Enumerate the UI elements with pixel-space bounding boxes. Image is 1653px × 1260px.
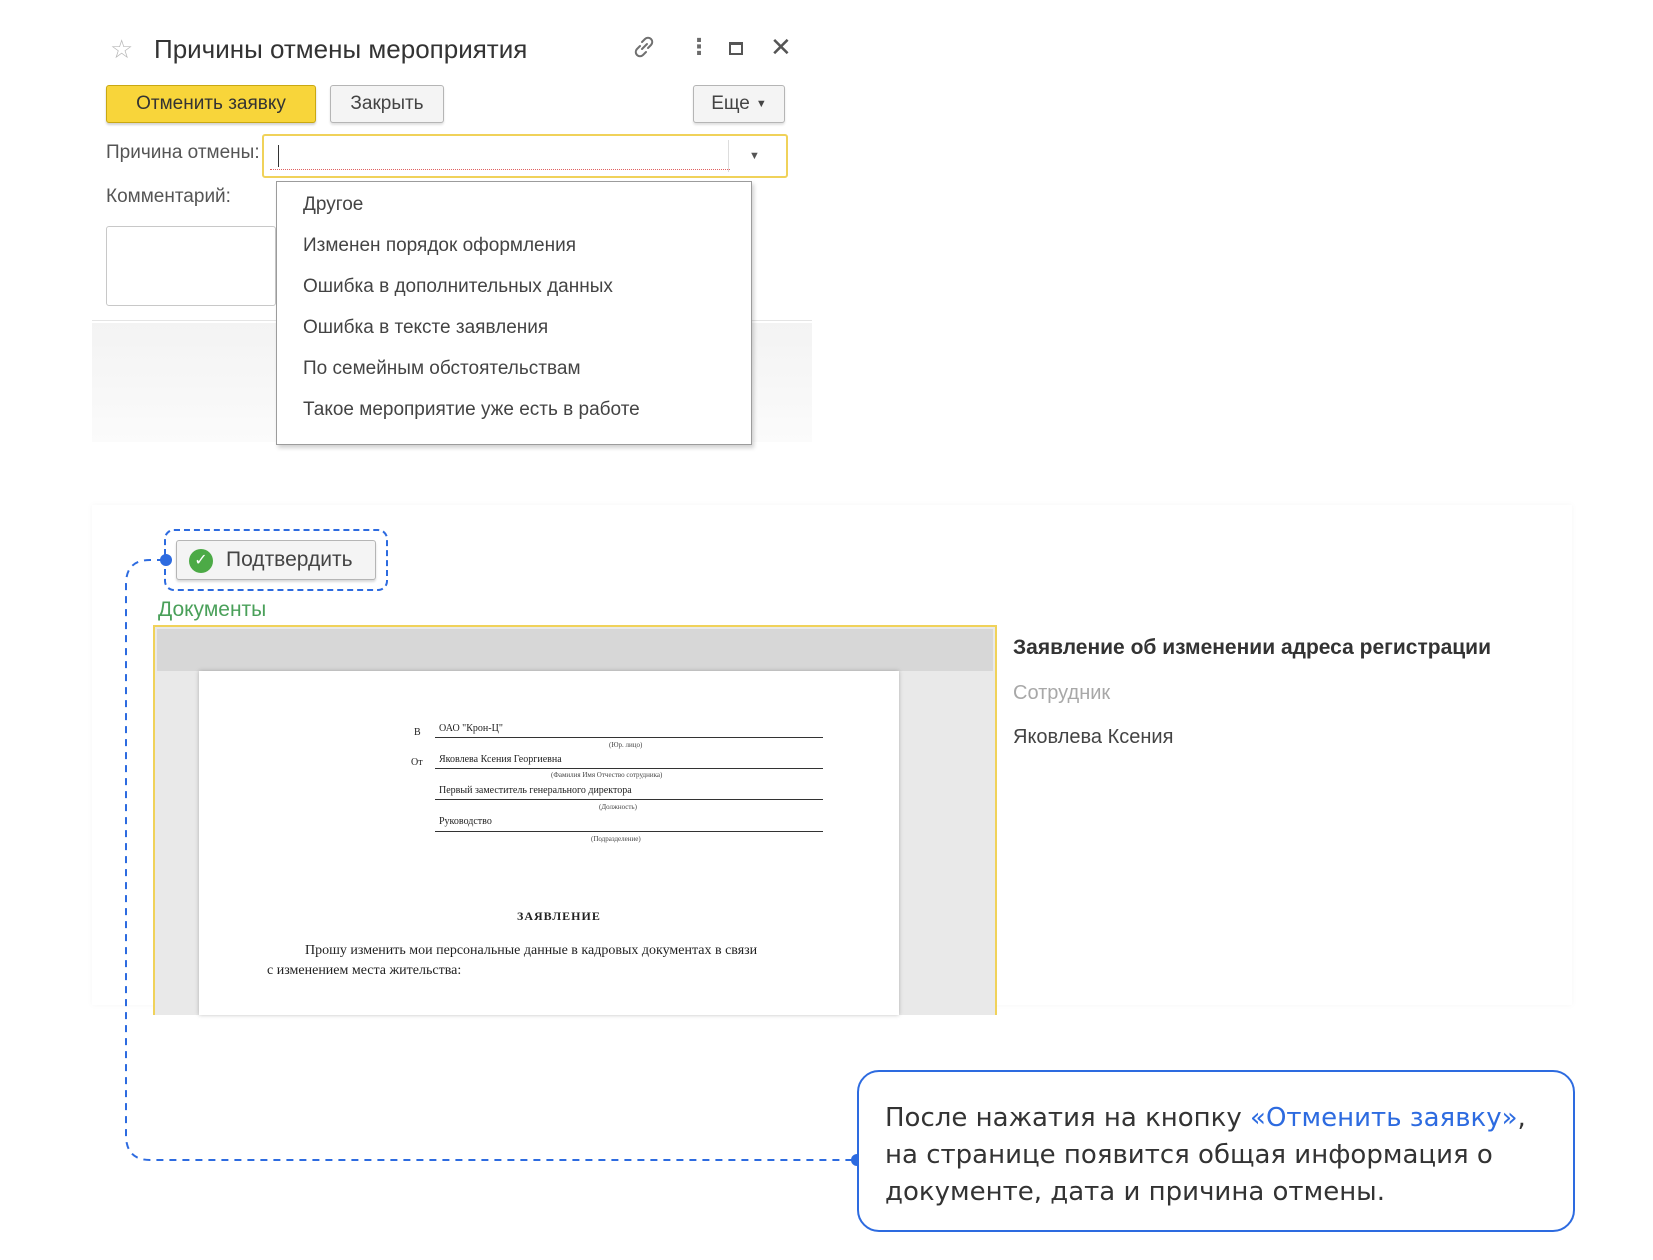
text-cursor bbox=[278, 145, 279, 167]
doc-from-value: Яковлева Ксения Георгиевна bbox=[439, 754, 562, 765]
comment-textarea[interactable] bbox=[106, 226, 276, 306]
close-button[interactable]: Закрыть bbox=[330, 85, 444, 123]
dialog-header: ☆ Причины отмены мероприятия ⋮ ✕ bbox=[92, 30, 812, 70]
doc-position-value: Первый заместитель генерального директор… bbox=[439, 785, 632, 796]
dropdown-arrow-icon[interactable]: ▼ bbox=[728, 140, 780, 172]
doc-to-prefix: В bbox=[414, 727, 421, 738]
doc-line bbox=[435, 768, 823, 769]
dropdown-option[interactable]: Ошибка в дополнительных данных bbox=[303, 276, 613, 298]
employee-label: Сотрудник bbox=[1013, 682, 1111, 704]
document-preview-frame[interactable]: В ОАО "Крон-Ц" (Юр. лицо) От Яковлева Кс… bbox=[153, 625, 997, 1015]
kebab-menu-icon[interactable]: ⋮ bbox=[688, 34, 710, 60]
doc-body-line-2: с изменением места жительства: bbox=[267, 963, 462, 978]
cancel-request-button[interactable]: Отменить заявку bbox=[106, 85, 316, 123]
dropdown-option[interactable]: Такое мероприятие уже есть в работе bbox=[303, 399, 640, 421]
doc-line bbox=[435, 737, 823, 738]
doc-position-caption: (Должность) bbox=[599, 803, 637, 811]
comment-label: Комментарий: bbox=[106, 186, 231, 207]
employee-name: Яковлева Ксения bbox=[1013, 726, 1174, 748]
dropdown-option[interactable]: По семейным обстоятельствам bbox=[303, 358, 581, 380]
reason-combobox[interactable]: ▼ bbox=[262, 134, 788, 178]
doc-department-caption: (Подразделение) bbox=[591, 835, 641, 843]
dropdown-option[interactable]: Ошибка в тексте заявления bbox=[303, 317, 548, 339]
confirm-button-label: Подтвердить bbox=[226, 548, 353, 571]
doc-heading: ЗАЯВЛЕНИЕ bbox=[517, 909, 601, 923]
more-button-label: Еще bbox=[711, 93, 750, 115]
dropdown-option[interactable]: Другое bbox=[303, 194, 363, 216]
document-title: Заявление об изменении адреса регистраци… bbox=[1013, 636, 1491, 659]
doc-from-caption: (Фамилия Имя Отчество сотрудника) bbox=[551, 771, 663, 779]
link-icon[interactable] bbox=[632, 34, 656, 69]
doc-line bbox=[435, 831, 823, 832]
dropdown-option[interactable]: Изменен порядок оформления bbox=[303, 235, 576, 257]
maximize-icon[interactable] bbox=[729, 42, 743, 55]
doc-to-value: ОАО "Крон-Ц" bbox=[439, 723, 503, 734]
star-icon[interactable]: ☆ bbox=[110, 36, 133, 62]
check-circle-icon: ✓ bbox=[189, 549, 213, 573]
preview-toolbar bbox=[157, 629, 993, 671]
more-button[interactable]: Еще ▼ bbox=[693, 85, 785, 123]
callout-text: После нажатия на кнопку «Отменить заявку… bbox=[885, 1100, 1545, 1211]
documents-section-title: Документы bbox=[158, 598, 267, 621]
doc-body-line-1: Прошу изменить мои персональные данные в… bbox=[305, 943, 758, 958]
reason-input[interactable] bbox=[270, 140, 730, 170]
callout-link: «Отменить заявку» bbox=[1250, 1103, 1518, 1133]
dialog-title: Причины отмены мероприятия bbox=[154, 34, 528, 64]
doc-line bbox=[435, 799, 823, 800]
reason-dropdown-list: Другое Изменен порядок оформления Ошибка… bbox=[276, 181, 752, 445]
close-icon[interactable]: ✕ bbox=[770, 34, 792, 60]
callout-text-before: После нажатия на кнопку bbox=[885, 1103, 1251, 1133]
doc-from-prefix: От bbox=[411, 757, 423, 768]
doc-to-caption: (Юр. лицо) bbox=[609, 741, 643, 749]
confirm-button[interactable]: ✓ Подтвердить bbox=[176, 540, 376, 580]
callout-box: После нажатия на кнопку «Отменить заявку… bbox=[857, 1070, 1575, 1232]
doc-department-value: Руководство bbox=[439, 816, 492, 827]
chevron-down-icon: ▼ bbox=[755, 98, 767, 110]
document-page: В ОАО "Крон-Ц" (Юр. лицо) От Яковлева Кс… bbox=[199, 671, 899, 1015]
reason-label: Причина отмены: bbox=[106, 142, 260, 163]
